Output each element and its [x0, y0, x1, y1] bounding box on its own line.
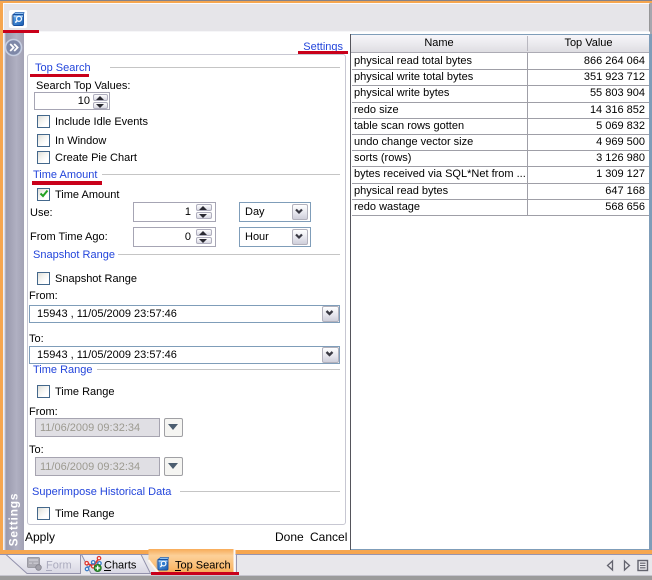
svg-text:Charts: Charts [104, 560, 137, 572]
svg-text:Top Search: Top Search [175, 560, 231, 572]
svg-text:Form: Form [46, 560, 72, 572]
